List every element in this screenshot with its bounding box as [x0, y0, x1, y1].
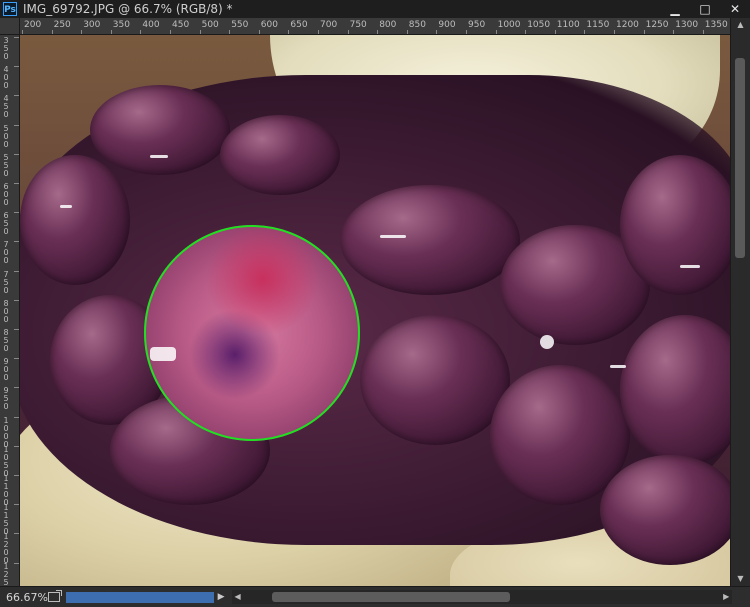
scroll-right-icon[interactable]: ▶ [720, 590, 732, 604]
ruler-top-tick-label: 1200 [616, 20, 639, 30]
ruler-left-tick-label: 350 [3, 36, 9, 61]
ruler-left-tick-label: 550 [3, 152, 9, 178]
ruler-top-tick-label: 1150 [586, 20, 610, 30]
ruler-left-tick-label: 800 [3, 298, 9, 324]
ruler-left-tick-label: 1050 [3, 444, 9, 478]
bean [220, 115, 340, 195]
ruler-top-tick-label: 350 [112, 20, 130, 30]
ruler-left-tick-label: 1200 [3, 532, 9, 566]
ruler-top-tick-label: 1300 [675, 20, 699, 30]
ruler-top-tick-label: 750 [349, 20, 367, 30]
bean [20, 155, 130, 285]
ruler-left-tick-label: 900 [3, 357, 9, 383]
share-icon[interactable] [47, 590, 62, 602]
scroll-up-icon[interactable]: ▲ [731, 18, 750, 32]
ruler-left-tick-label: 400 [3, 65, 9, 91]
minimize-button[interactable]: ▁ [660, 0, 690, 18]
photoshop-icon: Ps [3, 2, 17, 16]
ruler-top-tick-label: 1100 [556, 20, 580, 30]
window-controls: ▁ □ ✕ [660, 0, 750, 18]
horizontal-ruler[interactable]: 200 250 300 350 400 450 500 550 600 650 700 750 800 8… [20, 18, 730, 35]
ruler-top-tick-label: 600 [260, 20, 278, 30]
ruler-left-tick-label: 850 [3, 328, 9, 353]
ruler-top-tick-label: 200 [24, 20, 42, 30]
ruler-left-tick-label: 1100 [3, 474, 9, 507]
ruler-left-tick-label: 750 [3, 269, 9, 295]
ruler-left-tick-label: 500 [3, 123, 9, 149]
scroll-left-icon[interactable]: ◀ [232, 590, 244, 604]
highlight [60, 205, 72, 208]
horizontal-scrollbar[interactable]: ◀ ▶ [231, 590, 733, 604]
bean [90, 85, 230, 175]
ruler-top-tick-label: 650 [290, 20, 308, 30]
ruler-top-tick-label: 500 [201, 20, 219, 30]
document-title: IMG_69792.JPG @ 66.7% (RGB/8) * [23, 2, 233, 16]
ruler-top-tick-label: 700 [320, 20, 338, 30]
vertical-ruler[interactable]: 350 400 450 500 550 600 650 700 750 800 850 900 950 1… [0, 35, 20, 586]
maximize-button[interactable]: □ [690, 0, 720, 18]
ruler-left-tick-label: 1250 [3, 561, 9, 586]
ruler-left-tick-label: 1150 [3, 503, 9, 537]
resize-grip-icon[interactable] [736, 590, 750, 604]
ruler-top-tick-label: 1050 [527, 20, 551, 30]
zoom-level[interactable]: 66.67% [6, 591, 48, 604]
highlight [150, 155, 168, 158]
ruler-left-tick-label: 450 [3, 94, 9, 120]
document-canvas[interactable] [20, 35, 730, 586]
vertical-scrollbar[interactable]: ▲ ▼ [730, 18, 750, 586]
ruler-top-tick-label: 550 [231, 20, 249, 30]
ruler-left-tick-label: 700 [3, 240, 9, 266]
scroll-down-icon[interactable]: ▼ [731, 572, 750, 586]
status-progress-bar [65, 591, 214, 603]
vertical-scroll-thumb[interactable] [735, 58, 745, 258]
brush-cursor-circle [144, 225, 360, 441]
highlight [380, 235, 406, 238]
ruler-top-tick-label: 1350 [704, 20, 728, 30]
ruler-top-tick-label: 400 [142, 20, 160, 30]
horizontal-scroll-thumb[interactable] [271, 592, 510, 602]
ruler-origin[interactable] [0, 18, 20, 35]
ruler-top-tick-label: 800 [379, 20, 397, 30]
ruler-top-tick-label: 450 [172, 20, 190, 30]
ruler-top-tick-label: 1000 [497, 20, 521, 30]
ruler-top-tick-label: 1250 [645, 20, 669, 30]
ruler-top-tick-label: 900 [438, 20, 456, 30]
close-button[interactable]: ✕ [720, 0, 750, 18]
ruler-top-tick-label: 250 [53, 20, 71, 30]
ruler-top-tick-label: 300 [83, 20, 101, 30]
title-bar: Ps IMG_69792.JPG @ 66.7% (RGB/8) * ▁ □ ✕ [0, 0, 750, 18]
bean [360, 315, 510, 445]
ruler-left-tick-label: 1000 [3, 415, 9, 449]
ruler-left-tick-label: 950 [3, 386, 9, 412]
bean [340, 185, 520, 295]
status-bar: 66.67% ▶ ◀ ▶ [0, 586, 750, 607]
bean [620, 155, 730, 295]
ruler-top-tick-label: 950 [468, 20, 486, 30]
bean [600, 455, 730, 565]
highlight [680, 265, 700, 268]
play-arrow-icon[interactable]: ▶ [218, 592, 228, 602]
ruler-top-tick-label: 850 [408, 20, 426, 30]
ruler-left-tick-label: 650 [3, 211, 9, 237]
highlight [540, 335, 554, 349]
ruler-left-tick-label: 600 [3, 182, 9, 207]
highlight [610, 365, 626, 368]
